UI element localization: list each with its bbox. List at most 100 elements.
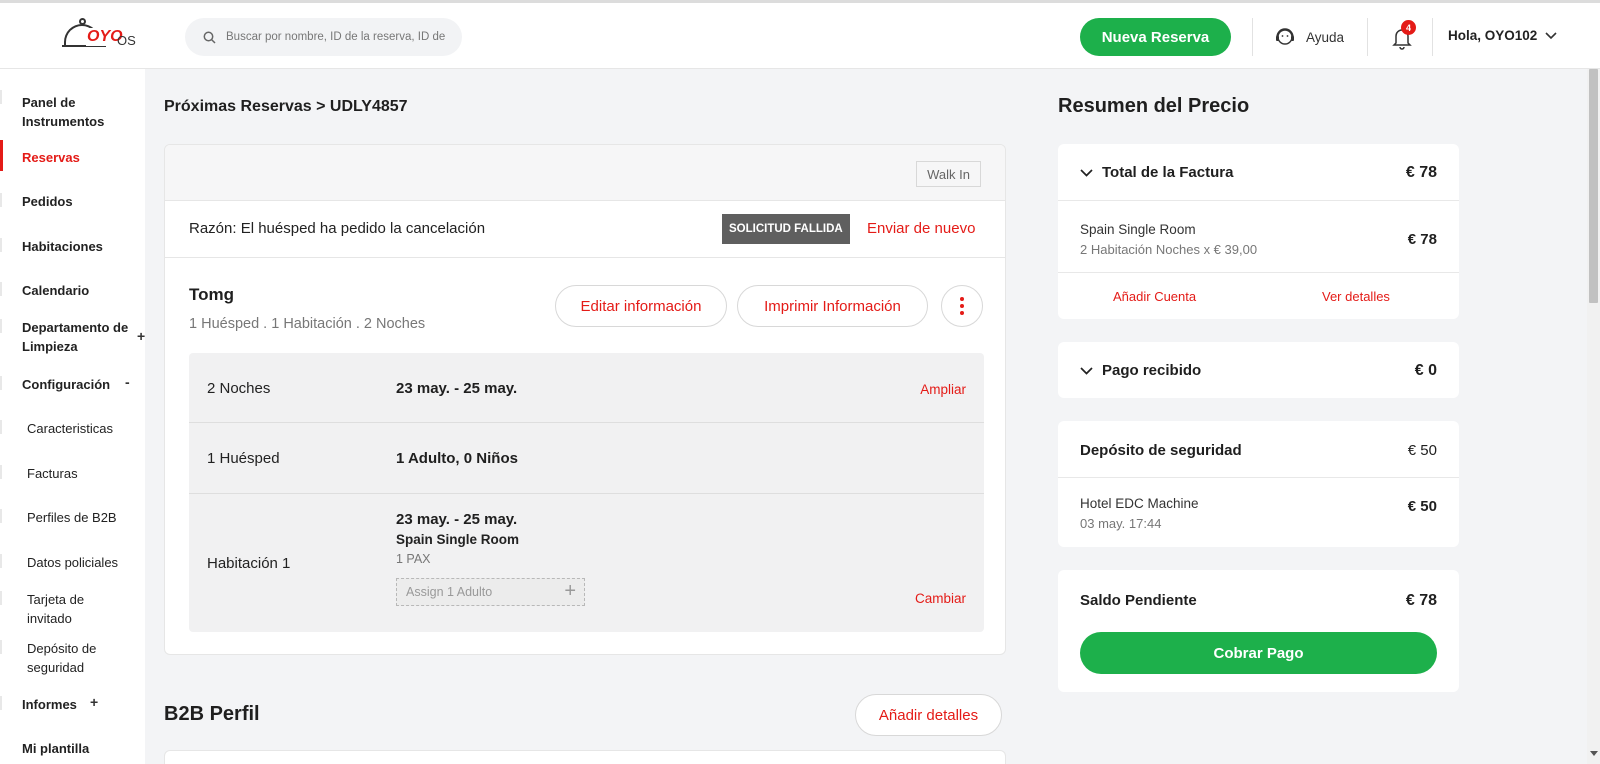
deposit-line-amount: € 50 bbox=[1407, 498, 1437, 515]
chevron-down-icon bbox=[1545, 31, 1557, 39]
nights-label: 2 Noches bbox=[207, 380, 271, 397]
assign-guest-field[interactable]: Assign 1 Adulto + bbox=[396, 578, 585, 606]
sidebar-item-police-data[interactable]: Datos policiales bbox=[27, 553, 118, 572]
sidebar-divider bbox=[0, 554, 2, 568]
sidebar-item-calendar[interactable]: Calendario bbox=[22, 281, 89, 300]
more-options-icon[interactable] bbox=[941, 285, 983, 327]
logo-suffix: OS bbox=[117, 33, 136, 48]
invoice-line-amount: € 78 bbox=[1407, 231, 1437, 248]
new-booking-button[interactable]: Nueva Reserva bbox=[1080, 18, 1231, 56]
guests-value: 1 Adulto, 0 Niños bbox=[396, 450, 518, 467]
scroll-down-arrow-icon[interactable] bbox=[1590, 751, 1598, 756]
sidebar-item-settings[interactable]: Configuración bbox=[22, 375, 110, 394]
cancellation-reason-row: Razón: El huésped ha pedido la cancelaci… bbox=[165, 201, 1005, 258]
invoice-total-amount: € 78 bbox=[1405, 164, 1437, 181]
sidebar-item-rooms[interactable]: Habitaciones bbox=[22, 237, 103, 256]
collapse-icon[interactable]: - bbox=[125, 374, 130, 390]
walk-in-tag: Walk In bbox=[916, 161, 981, 187]
b2b-profile-card bbox=[164, 750, 1006, 764]
room-pax: 1 PAX bbox=[396, 552, 431, 566]
invoice-total-label: Total de la Factura bbox=[1102, 164, 1234, 181]
collect-payment-button[interactable]: Cobrar Pago bbox=[1080, 632, 1437, 674]
user-menu[interactable]: Hola, OYO102 bbox=[1448, 28, 1557, 43]
sidebar-item-reports[interactable]: Informes bbox=[22, 695, 77, 714]
plus-icon[interactable]: + bbox=[564, 580, 576, 603]
sidebar-item-orders[interactable]: Pedidos bbox=[22, 192, 73, 211]
search-input[interactable] bbox=[226, 31, 456, 43]
payment-toggle[interactable]: Pago recibido bbox=[1080, 362, 1201, 379]
top-header: OYO OS Nueva Reserva Ayuda 4 Hola, OYO10… bbox=[0, 3, 1600, 69]
b2b-profile-title: B2B Perfil bbox=[164, 703, 260, 725]
sidebar-divider bbox=[0, 319, 2, 333]
add-account-link[interactable]: Añadir Cuenta bbox=[1113, 289, 1196, 304]
deposit-line-title: Hotel EDC Machine bbox=[1080, 496, 1199, 511]
sidebar-divider bbox=[0, 282, 2, 296]
extend-link[interactable]: Ampliar bbox=[920, 382, 966, 397]
invoice-total-card: Total de la Factura € 78 Spain Single Ro… bbox=[1058, 144, 1459, 319]
support-agent-icon bbox=[1276, 28, 1294, 45]
price-summary-title: Resumen del Precio bbox=[1058, 95, 1250, 117]
guests-label: 1 Huésped bbox=[207, 450, 280, 467]
room-label: Habitación 1 bbox=[207, 555, 291, 572]
sidebar-divider bbox=[0, 696, 2, 710]
divider bbox=[1058, 477, 1459, 478]
payment-received-card: Pago recibido € 0 bbox=[1058, 342, 1459, 398]
sidebar-item-bookings[interactable]: Reservas bbox=[22, 148, 80, 167]
divider bbox=[1058, 272, 1459, 273]
user-greeting: Hola, OYO102 bbox=[1448, 28, 1538, 43]
assign-placeholder: Assign 1 Adulto bbox=[406, 585, 493, 599]
help-label: Ayuda bbox=[1306, 29, 1345, 45]
sidebar: Panel de Instrumentos Reservas Pedidos H… bbox=[0, 69, 145, 764]
sidebar-item-housekeeping[interactable]: Departamento de Limpieza bbox=[22, 318, 132, 356]
help-button[interactable]: Ayuda bbox=[1274, 24, 1344, 50]
sidebar-item-security-deposit[interactable]: Depósito de seguridad bbox=[27, 639, 117, 677]
nights-dates: 23 may. - 25 may. bbox=[396, 380, 518, 397]
expand-icon[interactable]: + bbox=[90, 694, 98, 710]
sidebar-divider bbox=[0, 420, 2, 434]
nights-row: 2 Noches 23 may. - 25 may. Ampliar bbox=[189, 353, 984, 423]
pending-balance-amount: € 78 bbox=[1405, 592, 1437, 609]
sidebar-divider bbox=[0, 509, 2, 523]
invoice-toggle[interactable]: Total de la Factura bbox=[1080, 164, 1233, 181]
divider bbox=[1058, 200, 1459, 201]
notification-badge: 4 bbox=[1401, 20, 1416, 35]
scrollbar-thumb[interactable] bbox=[1589, 69, 1598, 303]
security-deposit-card: Depósito de seguridad € 50 Hotel EDC Mac… bbox=[1058, 421, 1459, 547]
security-deposit-amount: € 50 bbox=[1407, 442, 1437, 459]
expand-icon[interactable]: + bbox=[137, 328, 145, 344]
pending-balance-label: Saldo Pendiente bbox=[1080, 592, 1197, 609]
sidebar-divider bbox=[0, 591, 2, 605]
sidebar-item-guest-card[interactable]: Tarjeta de invitado bbox=[27, 590, 107, 628]
guest-summary: 1 Huésped . 1 Habitación . 2 Noches bbox=[189, 316, 426, 332]
security-deposit-label: Depósito de seguridad bbox=[1080, 442, 1242, 459]
view-details-link[interactable]: Ver detalles bbox=[1322, 289, 1390, 304]
sidebar-active-indicator bbox=[0, 140, 3, 171]
booking-card-header: Walk In bbox=[165, 145, 1005, 201]
sidebar-item-my-staff[interactable]: Mi plantilla bbox=[22, 739, 89, 758]
sidebar-item-features[interactable]: Caracteristicas bbox=[27, 419, 113, 438]
room-dates: 23 may. - 25 may. bbox=[396, 511, 518, 528]
edit-info-button[interactable]: Editar información bbox=[555, 285, 727, 327]
sidebar-item-dashboard[interactable]: Panel de Instrumentos bbox=[22, 93, 132, 131]
print-info-button[interactable]: Imprimir Información bbox=[737, 285, 928, 327]
oyo-os-logo[interactable]: OYO OS bbox=[62, 16, 142, 58]
search-box[interactable] bbox=[185, 18, 462, 56]
header-divider bbox=[1252, 18, 1253, 56]
header-divider bbox=[1367, 18, 1368, 56]
invoice-line-title: Spain Single Room bbox=[1080, 222, 1196, 237]
payment-received-label: Pago recibido bbox=[1102, 362, 1202, 379]
breadcrumb[interactable]: Próximas Reservas > UDLY4857 bbox=[164, 98, 408, 116]
status-badge: SOLICITUD FALLIDA bbox=[722, 214, 850, 244]
resend-link[interactable]: Enviar de nuevo bbox=[867, 220, 975, 237]
chevron-down-icon bbox=[1080, 366, 1093, 375]
sidebar-divider bbox=[0, 376, 2, 390]
sidebar-item-b2b-profiles[interactable]: Perfiles de B2B bbox=[27, 508, 117, 527]
page-scrollbar[interactable] bbox=[1587, 69, 1600, 764]
sidebar-divider bbox=[0, 90, 2, 104]
sidebar-item-invoices[interactable]: Facturas bbox=[27, 464, 78, 483]
invoice-line-detail: 2 Habitación Noches x € 39,00 bbox=[1080, 242, 1258, 257]
change-room-link[interactable]: Cambiar bbox=[915, 591, 966, 606]
guest-name: Tomg bbox=[189, 285, 235, 304]
add-details-button[interactable]: Añadir detalles bbox=[855, 694, 1002, 736]
search-icon bbox=[203, 31, 216, 44]
